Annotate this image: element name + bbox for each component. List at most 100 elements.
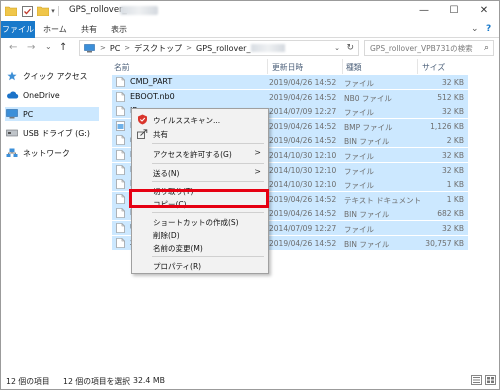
menu-item-delete[interactable]: 削除(D): [132, 228, 268, 241]
copy-highlight-box: [129, 189, 269, 208]
pc-icon: [84, 43, 95, 53]
breadcrumb-chevron: >: [186, 44, 193, 52]
file-icon: [116, 77, 125, 87]
file-size: 682 KB: [437, 209, 464, 219]
menu-item-share[interactable]: 共有: [132, 127, 268, 140]
file-icon: [116, 179, 125, 189]
column-header-size[interactable]: サイズ: [422, 62, 445, 73]
tab-view[interactable]: 表示: [111, 24, 127, 35]
image-file-icon: [116, 120, 125, 131]
maximize-button[interactable]: ☐: [439, 1, 469, 19]
large-icons-view-icon[interactable]: [485, 375, 496, 385]
window-title: GPS_rollover_: [69, 5, 127, 15]
nav-item-label: USB ドライブ (G:): [23, 128, 90, 138]
menu-separator: [152, 256, 264, 257]
file-size: 32 KB: [442, 107, 464, 117]
column-divider[interactable]: [417, 59, 418, 74]
submenu-arrow-icon: >: [254, 148, 261, 157]
breadcrumb-desktop[interactable]: デスクトップ: [134, 43, 182, 54]
column-header-name[interactable]: 名前: [114, 62, 130, 73]
file-date: 2019/04/26 14:52: [269, 194, 337, 204]
column-divider[interactable]: [342, 59, 343, 74]
file-icon: [116, 164, 125, 175]
file-icon: [116, 91, 125, 102]
menu-item-create-shortcut[interactable]: ショートカットの作成(S): [132, 215, 268, 228]
file-date: 2019/04/26 14:52: [269, 78, 337, 87]
nav-item-label: ネットワーク: [23, 148, 70, 158]
table-row[interactable]: EBOOT.nb0 2019/04/26 14:52 NB0 ファイル 512 KB: [112, 89, 468, 104]
nav-item-usb-drive[interactable]: USB ドライブ (G:): [5, 126, 99, 140]
breadcrumb-pc[interactable]: PC: [110, 44, 120, 53]
column-divider[interactable]: [267, 59, 268, 74]
search-icon: ⌕: [483, 43, 489, 53]
tab-share[interactable]: 共有: [81, 24, 97, 35]
file-type: BIN ファイル: [344, 137, 390, 147]
nav-item-onedrive[interactable]: OneDrive: [5, 88, 99, 102]
menu-item-properties[interactable]: プロパティ(R): [132, 259, 268, 272]
divider: [58, 6, 59, 16]
menu-separator: [152, 163, 264, 164]
menu-item-label: 送る(N): [153, 169, 180, 178]
properties-icon[interactable]: [21, 5, 33, 17]
help-icon[interactable]: ?: [486, 24, 491, 34]
nav-item-network[interactable]: ネットワーク: [5, 146, 99, 160]
address-dropdown-icon[interactable]: ⌄: [334, 44, 340, 52]
tab-file[interactable]: ファイル: [1, 21, 35, 38]
usb-drive-icon: [5, 129, 19, 137]
status-bar: 12 個の項目 12 個の項目を選択 32.4 MB: [1, 372, 499, 389]
redacted-text: [120, 6, 158, 15]
title-bar: ▾ GPS_rollover_ — ☐ ✕: [1, 1, 499, 21]
file-icon: [116, 150, 125, 160]
close-button[interactable]: ✕: [469, 1, 499, 19]
forward-button[interactable]: →: [27, 42, 35, 53]
file-date: 2014/07/09 12:27: [269, 224, 337, 233]
nav-item-label: クイック アクセス: [23, 71, 88, 81]
customize-qat-icon[interactable]: ▾: [49, 5, 57, 17]
column-header-date[interactable]: 更新日時: [272, 62, 303, 73]
menu-item-rename[interactable]: 名前の変更(M): [132, 241, 268, 254]
recent-locations-button[interactable]: ⌄: [45, 42, 52, 51]
file-type: ファイル: [344, 166, 374, 176]
file-type: ファイル: [344, 181, 374, 191]
breadcrumb-folder[interactable]: GPS_rollover_: [196, 44, 250, 53]
file-name: EBOOT.nb0: [130, 91, 175, 101]
file-type: ファイル: [344, 152, 374, 161]
nav-item-label: OneDrive: [23, 90, 60, 100]
menu-item-give-access[interactable]: アクセスを許可する(G) >: [132, 147, 268, 160]
file-icon: [116, 237, 125, 248]
file-date: 2014/10/30 12:10: [269, 165, 337, 175]
breadcrumb-chevron: >: [100, 44, 106, 52]
menu-separator: [152, 181, 264, 182]
refresh-icon[interactable]: ↻: [346, 43, 354, 53]
file-date: 2019/04/26 14:52: [269, 238, 337, 248]
column-header-type[interactable]: 種類: [346, 62, 362, 73]
search-input[interactable]: GPS_rollover_VPB731の検索 ⌕: [364, 40, 494, 56]
file-date: 2019/04/26 14:52: [269, 92, 337, 102]
file-date: 2014/10/30 12:10: [269, 151, 337, 160]
table-row[interactable]: CMD_PART 2019/04/26 14:52 ファイル 32 KB: [112, 75, 468, 89]
menu-separator: [152, 212, 264, 213]
file-date: 2019/04/26 14:52: [269, 209, 337, 219]
new-folder-icon[interactable]: [37, 5, 49, 17]
tab-home[interactable]: ホーム: [43, 24, 67, 35]
file-date: 2014/07/09 12:27: [269, 107, 337, 117]
nav-item-quick-access[interactable]: クイック アクセス: [5, 69, 99, 83]
expand-ribbon-icon[interactable]: ⌄: [471, 24, 479, 34]
file-icon: [116, 208, 125, 219]
menu-item-label: ショートカットの作成(S): [153, 218, 239, 227]
minimize-button[interactable]: —: [409, 1, 439, 19]
menu-item-virus-scan[interactable]: ウイルススキャン...: [132, 113, 268, 126]
nav-item-pc[interactable]: PC: [5, 107, 99, 121]
file-size: 512 KB: [437, 92, 464, 102]
column-header-row: 名前 更新日時 種類 サイズ: [104, 59, 489, 74]
menu-item-send-to[interactable]: 送る(N) >: [132, 166, 268, 179]
address-bar[interactable]: > PC > デスクトップ > GPS_rollover_ ⌄ ↻: [79, 40, 359, 56]
file-type: ファイル: [344, 225, 374, 234]
file-date: 2019/04/26 14:52: [269, 136, 337, 146]
file-type: NB0 ファイル: [344, 93, 392, 103]
file-size: 32 KB: [442, 224, 464, 233]
up-button[interactable]: ↑: [59, 42, 67, 53]
details-view-icon[interactable]: [471, 375, 482, 385]
back-button[interactable]: ←: [9, 42, 17, 53]
vertical-scrollbar[interactable]: [489, 59, 499, 372]
